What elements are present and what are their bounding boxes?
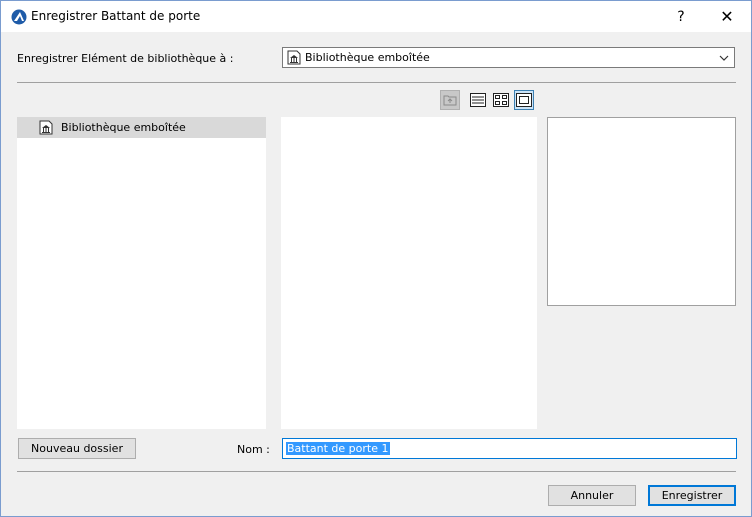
list-view-icon xyxy=(470,93,486,107)
grid-view-icon xyxy=(493,93,509,107)
name-label: Nom : xyxy=(237,443,270,456)
save-to-label: Enregistrer Elément de bibliothèque à : xyxy=(17,52,234,65)
chevron-down-icon xyxy=(719,55,729,61)
save-to-dropdown[interactable]: Bibliothèque emboîtée xyxy=(282,47,735,68)
top-separator xyxy=(17,82,736,83)
large-preview-icon xyxy=(516,93,532,107)
library-icon xyxy=(287,50,301,65)
save-to-value: Bibliothèque emboîtée xyxy=(305,51,430,64)
file-list[interactable] xyxy=(281,117,537,429)
archicad-logo-icon xyxy=(11,9,27,25)
list-view-button[interactable] xyxy=(468,90,488,110)
name-field[interactable]: Battant de porte 1 xyxy=(282,438,737,459)
help-button[interactable]: ? xyxy=(658,1,704,32)
save-button[interactable]: Enregistrer xyxy=(648,485,736,506)
save-dialog: Enregistrer Battant de porte ? ✕ Enregis… xyxy=(0,0,752,517)
library-icon xyxy=(39,120,53,135)
new-folder-button[interactable]: Nouveau dossier xyxy=(18,438,136,459)
tree-item[interactable]: Bibliothèque emboîtée xyxy=(17,117,266,138)
window-title: Enregistrer Battant de porte xyxy=(31,9,201,23)
tree-item-label: Bibliothèque emboîtée xyxy=(61,121,186,134)
up-folder-button[interactable] xyxy=(440,90,460,110)
thumbnail-view-button[interactable] xyxy=(491,90,511,110)
close-button[interactable]: ✕ xyxy=(704,1,750,32)
preview-pane xyxy=(547,117,736,306)
large-preview-button[interactable] xyxy=(514,90,534,110)
name-value: Battant de porte 1 xyxy=(286,442,390,455)
folder-tree[interactable]: Bibliothèque emboîtée xyxy=(17,117,266,429)
bottom-separator xyxy=(17,471,736,472)
title-bar: Enregistrer Battant de porte ? ✕ xyxy=(1,1,751,32)
folder-up-icon xyxy=(443,95,457,106)
cancel-button[interactable]: Annuler xyxy=(548,485,636,506)
